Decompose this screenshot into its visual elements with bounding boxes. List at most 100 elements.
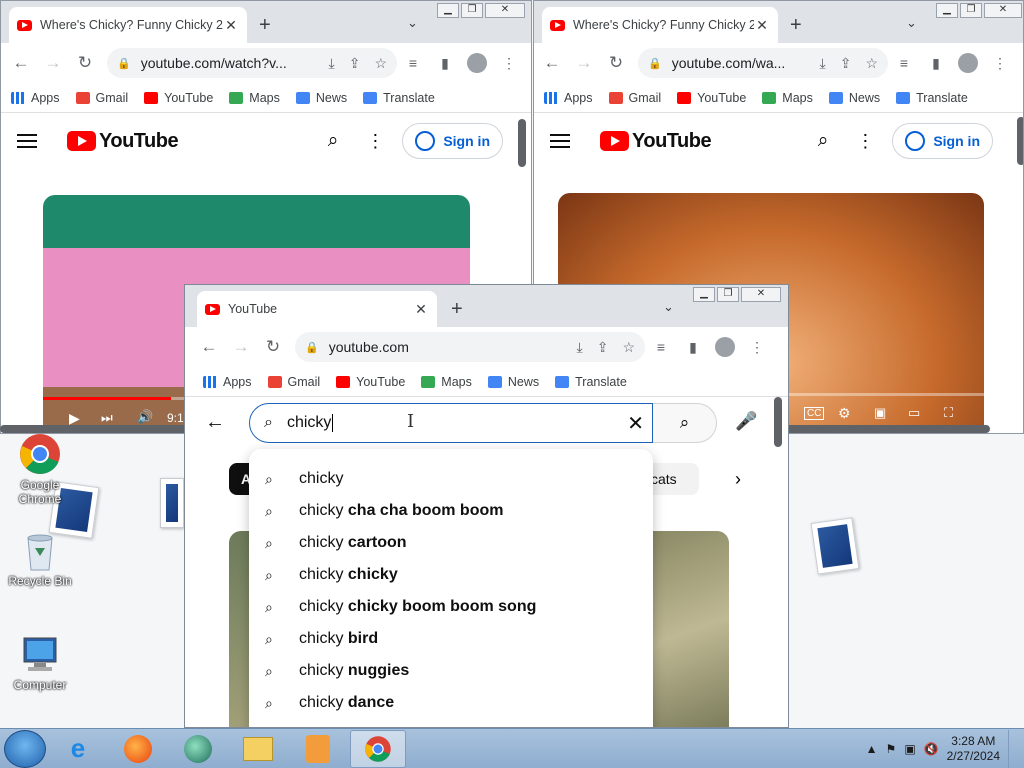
address-bar[interactable]: 🔒 youtube.com ⤓ ⇪ ☆ — [295, 332, 645, 362]
hamburger-menu-icon[interactable] — [17, 130, 37, 152]
sign-in-button[interactable]: Sign in — [892, 123, 993, 159]
side-panel-icon[interactable]: ▮ — [429, 55, 461, 72]
share-icon[interactable]: ⇪ — [349, 55, 361, 72]
forward-arrow-icon[interactable]: → — [37, 53, 69, 73]
captions-icon[interactable]: CC — [804, 407, 825, 420]
minimize-button[interactable]: ▁ — [437, 3, 459, 18]
bookmark-maps[interactable]: Maps — [229, 91, 280, 105]
share-icon[interactable]: ⇪ — [840, 55, 852, 72]
close-window-button[interactable]: ✕ — [984, 3, 1022, 18]
bookmark-translate[interactable]: Translate — [896, 91, 968, 105]
search-button[interactable]: ⌕ — [653, 403, 717, 443]
suggestion-item[interactable]: ⌕ chicky dance — [249, 687, 653, 719]
reload-icon[interactable]: ↻ — [257, 337, 289, 357]
back-arrow-icon[interactable]: ← — [193, 337, 225, 357]
start-button[interactable] — [4, 729, 46, 768]
bookmark-translate[interactable]: Translate — [363, 91, 435, 105]
filter-chip-cats[interactable]: cats — [645, 463, 699, 495]
suggestion-item[interactable]: ⌕ chicky — [249, 463, 653, 495]
tab-chicky-video[interactable]: Where's Chicky? Funny Chicky 20 ✕ — [542, 7, 778, 43]
theater-mode-icon[interactable]: ▭ — [908, 405, 920, 421]
network-icon[interactable]: ▣ — [904, 742, 915, 756]
chevron-down-icon[interactable]: ⌄ — [663, 299, 674, 315]
close-tab-icon[interactable]: ✕ — [223, 17, 239, 34]
kebab-menu-icon[interactable]: ⋮ — [741, 339, 773, 356]
tab-chicky-video[interactable]: Where's Chicky? Funny Chicky 20 ✕ — [9, 7, 247, 43]
show-hidden-icons-icon[interactable]: ▲ — [866, 742, 878, 756]
bookmark-apps[interactable]: Apps — [203, 375, 252, 389]
suggestion-item[interactable]: ⌕ chicky cartoon — [249, 527, 653, 559]
bookmark-gmail[interactable]: Gmail — [75, 91, 128, 105]
search-input[interactable]: ⌕ chicky ✕ — [249, 403, 653, 443]
chevron-right-icon[interactable]: › — [735, 469, 741, 490]
search-icon[interactable]: ⌕ — [328, 130, 339, 152]
back-arrow-icon[interactable]: ← — [536, 53, 568, 73]
star-icon[interactable]: ☆ — [622, 339, 635, 356]
close-tab-icon[interactable]: ✕ — [754, 17, 770, 34]
suggestion-item[interactable]: ⌕ chicky bird — [249, 623, 653, 655]
media-control-icon[interactable]: ≡ — [645, 339, 677, 355]
bookmark-translate[interactable]: Translate — [555, 375, 627, 389]
media-control-icon[interactable]: ≡ — [888, 55, 920, 71]
suggestion-item[interactable]: ⌕ chicky chicky boom boom song — [249, 591, 653, 623]
page-scrollbar[interactable] — [774, 397, 782, 447]
taskbar-file-explorer[interactable] — [230, 730, 286, 768]
profile-avatar-icon[interactable] — [715, 337, 735, 357]
address-bar[interactable]: 🔒 youtube.com/wa... ⤓ ⇪ ☆ — [638, 48, 888, 78]
forward-arrow-icon[interactable]: → — [225, 337, 257, 357]
install-icon[interactable]: ⤓ — [577, 339, 583, 356]
share-icon[interactable]: ⇪ — [597, 339, 609, 356]
bookmark-apps[interactable]: Apps — [11, 91, 60, 105]
new-tab-icon[interactable]: + — [451, 299, 463, 319]
bookmark-apps[interactable]: Apps — [544, 91, 593, 105]
profile-avatar-icon[interactable] — [467, 53, 487, 73]
taskbar-media-player[interactable] — [290, 730, 346, 768]
bookmark-maps[interactable]: Maps — [421, 375, 472, 389]
taskbar-chrome[interactable] — [350, 729, 406, 768]
sign-in-button[interactable]: Sign in — [402, 123, 503, 159]
star-icon[interactable]: ☆ — [865, 55, 878, 72]
forward-arrow-icon[interactable]: → — [568, 53, 600, 73]
restore-button[interactable]: ❐ — [717, 287, 739, 302]
close-tab-icon[interactable]: ✕ — [413, 301, 429, 318]
profile-avatar-icon[interactable] — [958, 53, 978, 73]
taskbar-app[interactable] — [170, 730, 226, 768]
show-desktop-button[interactable] — [1008, 729, 1016, 768]
taskbar-internet-explorer[interactable]: e — [50, 730, 106, 768]
settings-gear-icon[interactable]: ⚙ — [838, 405, 851, 422]
reload-icon[interactable]: ↻ — [69, 53, 101, 73]
bookmark-maps[interactable]: Maps — [762, 91, 813, 105]
youtube-logo[interactable]: YouTube — [67, 130, 179, 153]
bookmark-gmail[interactable]: Gmail — [608, 91, 661, 105]
suggestion-item[interactable]: ⌕ chicky cha cha boom boom — [249, 495, 653, 527]
suggestion-item[interactable]: ⌕ chicky chicky — [249, 559, 653, 591]
page-scrollbar[interactable] — [1017, 117, 1023, 165]
bookmark-news[interactable]: News — [487, 375, 539, 389]
video-thumbnail[interactable] — [653, 531, 729, 727]
side-panel-icon[interactable]: ▮ — [677, 339, 709, 356]
chevron-down-icon[interactable]: ⌄ — [407, 15, 418, 31]
system-clock[interactable]: 3:28 AM 2/27/2024 — [947, 734, 1000, 764]
close-window-button[interactable]: ✕ — [741, 287, 781, 302]
bookmark-youtube[interactable]: YouTube — [144, 91, 213, 105]
fullscreen-icon[interactable]: ⛶ — [944, 405, 953, 421]
bookmark-news[interactable]: News — [295, 91, 347, 105]
kebab-menu-icon[interactable]: ⋮ — [984, 55, 1016, 72]
action-center-flag-icon[interactable]: ⚑ — [886, 742, 897, 756]
clear-search-icon[interactable]: ✕ — [627, 411, 644, 436]
minimize-button[interactable]: ▁ — [936, 3, 958, 18]
star-icon[interactable]: ☆ — [374, 55, 387, 72]
page-scrollbar[interactable] — [518, 119, 526, 167]
minimize-button[interactable]: ▁ — [693, 287, 715, 302]
bookmark-news[interactable]: News — [828, 91, 880, 105]
new-tab-icon[interactable]: + — [259, 15, 271, 35]
bookmark-gmail[interactable]: Gmail — [267, 375, 320, 389]
desktop-icon-recycle-bin[interactable]: Recycle Bin — [2, 528, 78, 588]
bookmark-youtube[interactable]: YouTube — [336, 375, 405, 389]
back-arrow-icon[interactable]: ← — [5, 53, 37, 73]
volume-icon[interactable]: 🔊 — [137, 409, 153, 425]
kebab-menu-icon[interactable]: ⋮ — [493, 55, 525, 72]
close-window-button[interactable]: ✕ — [485, 3, 525, 18]
restore-button[interactable]: ❐ — [461, 3, 483, 18]
bookmark-youtube[interactable]: YouTube — [677, 91, 746, 105]
